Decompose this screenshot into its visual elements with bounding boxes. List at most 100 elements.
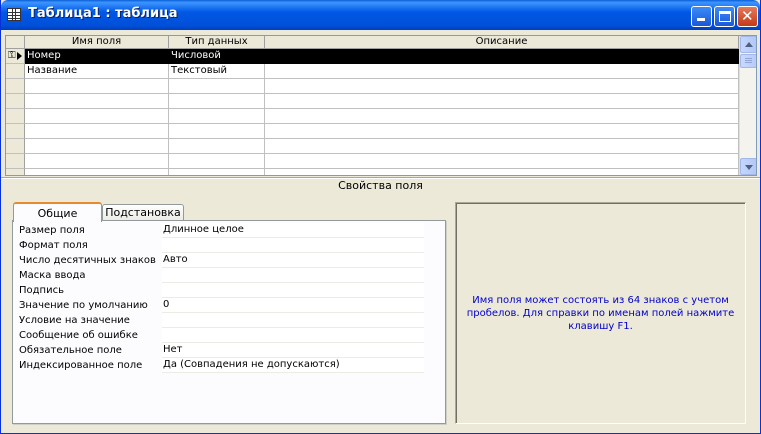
property-label: Размер поля — [19, 225, 85, 236]
scroll-down-button[interactable] — [740, 158, 756, 175]
table-icon[interactable] — [7, 8, 21, 21]
column-header-field-name[interactable]: Имя поля — [25, 36, 169, 49]
row-selector[interactable]: ⚿ — [6, 49, 25, 64]
close-button[interactable]: ✕ — [737, 6, 758, 27]
grid-body: ⚿ Номер Числовой Название Текстовый — [6, 49, 739, 175]
property-row: Маска ввода — [19, 268, 425, 283]
minimize-button[interactable] — [691, 6, 712, 27]
close-icon: ✕ — [741, 7, 754, 25]
table-row[interactable] — [6, 154, 739, 169]
property-row: Значение по умолчанию 0 — [19, 298, 425, 313]
field-name-cell[interactable] — [25, 124, 169, 139]
field-name-cell[interactable]: Номер — [25, 49, 169, 64]
field-name-cell[interactable] — [25, 109, 169, 124]
tab-lookup[interactable]: Подстановка — [102, 204, 184, 220]
table-row[interactable] — [6, 109, 739, 124]
data-type-cell[interactable] — [169, 154, 265, 169]
data-type-cell[interactable] — [169, 94, 265, 109]
description-cell[interactable] — [265, 79, 739, 94]
data-type-cell[interactable] — [169, 124, 265, 139]
table-row[interactable]: ⚿ Номер Числовой — [6, 49, 739, 64]
scroll-thumb[interactable] — [740, 54, 756, 68]
data-type-cell[interactable]: Текстовый — [169, 64, 265, 79]
title-bar[interactable]: Таблица1 : таблица ✕ — [1, 0, 760, 30]
window-title: Таблица1 : таблица — [28, 6, 178, 21]
property-row: Обязательное поле Нет — [19, 343, 425, 358]
maximize-button[interactable] — [714, 6, 735, 27]
row-selector[interactable] — [6, 124, 25, 139]
row-selector[interactable] — [6, 94, 25, 109]
description-cell[interactable] — [265, 124, 739, 139]
table-row[interactable]: Название Текстовый — [6, 64, 739, 79]
property-label: Условие на значение — [19, 315, 130, 326]
property-value-field[interactable]: Авто — [162, 253, 424, 268]
field-definition-grid: Имя поля Тип данных Описание ⚿ Номер Число… — [5, 35, 757, 176]
property-value-field[interactable]: Длинное целое — [162, 223, 424, 238]
description-cell[interactable] — [265, 169, 739, 175]
property-label: Маска ввода — [19, 270, 86, 281]
property-row: Сообщение об ошибке — [19, 328, 425, 343]
description-cell[interactable] — [265, 49, 739, 64]
property-value-field[interactable]: 0 — [162, 298, 424, 313]
maximize-icon — [719, 11, 731, 22]
row-selector[interactable] — [6, 154, 25, 169]
table-row[interactable] — [6, 124, 739, 139]
property-value-field[interactable] — [162, 238, 424, 253]
field-name-cell[interactable] — [25, 139, 169, 154]
row-selector[interactable] — [6, 64, 25, 79]
column-header-description[interactable]: Описание — [265, 36, 739, 49]
data-type-cell[interactable] — [169, 109, 265, 124]
column-header-data-type[interactable]: Тип данных — [169, 36, 265, 49]
property-row: Число десятичных знаков Авто — [19, 253, 425, 268]
property-label: Подпись — [19, 285, 64, 296]
data-type-cell[interactable] — [169, 139, 265, 154]
field-properties-title: Свойства поля — [338, 179, 423, 192]
tab-general[interactable]: Общие — [13, 202, 102, 222]
description-cell[interactable] — [265, 94, 739, 109]
arrow-down-icon — [745, 165, 753, 170]
data-type-cell[interactable]: Числовой — [169, 49, 265, 64]
property-label: Формат поля — [19, 240, 88, 251]
current-row-pointer-icon — [17, 52, 22, 60]
data-type-cell[interactable] — [169, 169, 265, 175]
description-cell[interactable] — [265, 109, 739, 124]
property-value-field[interactable] — [162, 268, 424, 283]
table-row[interactable] — [6, 94, 739, 109]
row-selector[interactable] — [6, 109, 25, 124]
table-row[interactable] — [6, 169, 739, 175]
row-selector-header[interactable] — [6, 36, 25, 49]
property-row: Условие на значение — [19, 313, 425, 328]
property-value-field[interactable]: Нет — [162, 343, 424, 358]
property-row: Подпись — [19, 283, 425, 298]
row-selector[interactable] — [6, 169, 25, 175]
description-cell[interactable] — [265, 139, 739, 154]
property-value-field[interactable] — [162, 283, 424, 298]
scroll-up-button[interactable] — [740, 36, 756, 53]
property-row: Формат поля — [19, 238, 425, 253]
field-name-cell[interactable] — [25, 79, 169, 94]
help-text: Имя поля может состоять из 64 знаков с у… — [466, 295, 735, 332]
table-design-window: Таблица1 : таблица ✕ Имя поля Тип данных… — [0, 0, 761, 434]
field-name-cell[interactable] — [25, 169, 169, 175]
property-row: Индексированное поле Да (Совпадения не до… — [19, 358, 425, 373]
table-row[interactable] — [6, 79, 739, 94]
field-name-cell[interactable] — [25, 94, 169, 109]
field-properties-list: Размер поля Длинное целое Формат поля Число… — [19, 223, 425, 373]
arrow-up-icon — [745, 42, 753, 47]
field-name-cell[interactable] — [25, 154, 169, 169]
grid-vertical-scrollbar[interactable] — [739, 36, 756, 175]
description-cell[interactable] — [265, 154, 739, 169]
property-value-field[interactable] — [162, 313, 424, 328]
row-selector[interactable] — [6, 139, 25, 154]
data-type-cell[interactable] — [169, 79, 265, 94]
row-selector[interactable] — [6, 79, 25, 94]
minimize-icon — [697, 18, 705, 21]
help-panel: Имя поля может состоять из 64 знаков с у… — [455, 202, 746, 424]
property-value-field[interactable]: Да (Совпадения не допускаются) — [162, 358, 424, 373]
description-cell[interactable] — [265, 64, 739, 79]
primary-key-icon: ⚿ — [8, 50, 16, 61]
grid-header: Имя поля Тип данных Описание — [6, 36, 739, 49]
table-row[interactable] — [6, 139, 739, 154]
field-name-cell[interactable]: Название — [25, 64, 169, 79]
property-value-field[interactable] — [162, 328, 424, 343]
